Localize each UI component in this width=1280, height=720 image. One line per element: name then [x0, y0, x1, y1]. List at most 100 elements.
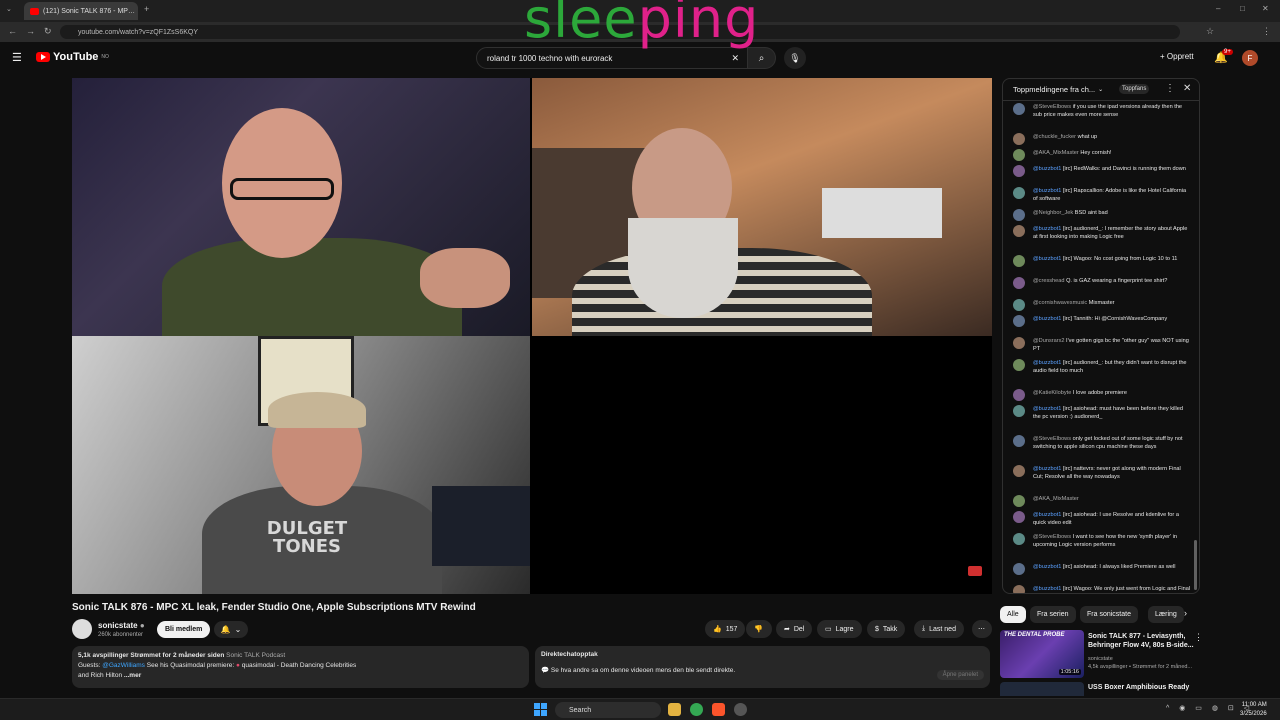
recommendation-more-icon[interactable]: ⋮	[1194, 632, 1203, 643]
guest-link[interactable]: @GazWilliams	[102, 662, 145, 669]
youtube-logo[interactable]: YouTube NO	[36, 51, 109, 63]
more-link[interactable]: ...mer	[124, 672, 141, 679]
chat-message[interactable]: @chuckle_fucker what up	[1013, 133, 1191, 145]
chat-message[interactable]: @buzzbot1 [irc] Wagoo: We only just went…	[1013, 585, 1191, 593]
forward-icon[interactable]: →	[26, 26, 35, 36]
chat-message[interactable]: @cornishwavesmusic Mixmaster	[1013, 299, 1191, 311]
chat-username[interactable]: @AKA_MixMaster	[1033, 496, 1079, 502]
chat-username[interactable]: @buzzbot1	[1033, 256, 1061, 262]
maximize-icon[interactable]: □	[1240, 4, 1245, 13]
filter-chip[interactable]: Fra serien	[1030, 606, 1076, 623]
join-button[interactable]: Bli medlem	[157, 621, 211, 638]
chat-message[interactable]: @Neighbor_Jek BSD aint bad	[1013, 209, 1191, 221]
thanks-button[interactable]: $ Takk	[867, 620, 906, 638]
close-window-icon[interactable]: ✕	[1262, 4, 1269, 13]
quasimodal-link[interactable]: quasimodal - Death Dancing Celebrities	[242, 662, 357, 669]
chat-scrollbar[interactable]	[1194, 540, 1197, 590]
chat-message[interactable]: @buzzbot1 [irc] RedWalks: and Davinci is…	[1013, 165, 1191, 177]
description-box[interactable]: 5,1k avspillinger Strømmet for 2 måneder…	[72, 646, 529, 688]
chat-message[interactable]: @AKA_MixMaster Hey cornish!	[1013, 149, 1191, 161]
chat-message[interactable]: @SteveElbows if you use the ipad version…	[1013, 103, 1191, 119]
recommendation-thumbnail[interactable]: THE DENTAL PROBE 1:05:16	[1000, 630, 1084, 678]
reload-icon[interactable]: ↻	[44, 26, 52, 37]
recommendation-title-2[interactable]: USS Boxer Amphibious Ready	[1088, 684, 1189, 691]
brave-icon[interactable]	[712, 703, 725, 716]
chat-message[interactable]: @buzzbot1 [irc] asiohead: I use Resolve …	[1013, 511, 1191, 527]
chat-username[interactable]: @SteveElbows	[1033, 436, 1071, 442]
chat-username[interactable]: @SteveElbows	[1033, 104, 1071, 110]
file-explorer-icon[interactable]	[668, 703, 681, 716]
chat-username[interactable]: @Neighbor_Jek	[1033, 210, 1073, 216]
chat-username[interactable]: @KatieKilobyte	[1033, 390, 1071, 396]
chat-username[interactable]: @AKA_MixMaster	[1033, 150, 1079, 156]
app-icon[interactable]	[734, 703, 747, 716]
chat-message[interactable]: @Dunsrarx2 I've gotten gigs bc the "othe…	[1013, 337, 1191, 353]
chat-username[interactable]: @SteveElbows	[1033, 534, 1071, 540]
create-button[interactable]: + Opprett	[1160, 52, 1194, 61]
filter-chip[interactable]: Fra sonicstate	[1080, 606, 1138, 623]
clear-search-icon[interactable]: ✕	[731, 53, 739, 64]
chat-more-icon[interactable]: ⋮	[1165, 83, 1175, 94]
chat-username[interactable]: @buzzbot1	[1033, 586, 1061, 592]
chat-username[interactable]: @buzzbot1	[1033, 316, 1061, 322]
browser-tab[interactable]: (121) Sonic TALK 876 - MP… ✕	[24, 2, 138, 20]
chat-message[interactable]: @AKA_MixMaster	[1013, 495, 1191, 507]
share-button[interactable]: ➦ Del	[776, 620, 813, 638]
bookmark-star-icon[interactable]: ☆	[1206, 26, 1214, 37]
chat-message[interactable]: @cresshead Q. is GAZ wearing a fingerpri…	[1013, 277, 1191, 289]
search-input[interactable]: roland tr 1000 techno with eurorack ✕	[476, 47, 748, 69]
chat-username[interactable]: @Dunsrarx2	[1033, 338, 1064, 344]
browser-menu-icon[interactable]: ⋮	[1262, 26, 1271, 37]
chat-close-icon[interactable]: ✕	[1183, 83, 1191, 94]
chat-message[interactable]: @buzzbot1 [irc] asiohead: must have been…	[1013, 405, 1191, 421]
chat-message[interactable]: @buzzbot1 [irc] audionerd_: I remember t…	[1013, 225, 1191, 241]
chat-username[interactable]: @buzzbot1	[1033, 226, 1061, 232]
youtube-watermark-icon[interactable]	[968, 566, 982, 576]
save-button[interactable]: ▭ Lagre	[817, 620, 862, 638]
like-button[interactable]: 👍 157	[705, 620, 746, 638]
back-icon[interactable]: ←	[8, 26, 17, 36]
taskbar-search[interactable]: Search	[555, 702, 661, 718]
playlist-link[interactable]: Sonic TALK Podcast	[226, 652, 285, 659]
voice-search-button[interactable]: 🎙	[784, 47, 806, 69]
chips-next-icon[interactable]: ›	[1184, 608, 1187, 618]
search-button[interactable]: ⌕	[748, 47, 776, 69]
chat-username[interactable]: @buzzbot1	[1033, 564, 1061, 570]
chat-username[interactable]: @buzzbot1	[1033, 512, 1061, 518]
minimize-icon[interactable]: –	[1216, 4, 1220, 13]
chat-username[interactable]: @buzzbot1	[1033, 406, 1061, 412]
open-panel-button[interactable]: Åpne panelet	[936, 670, 984, 680]
dislike-button[interactable]: 👎	[746, 620, 772, 638]
hamburger-menu-icon[interactable]: ☰	[12, 51, 22, 64]
new-tab-icon[interactable]: +	[144, 4, 149, 14]
chat-message[interactable]: @buzzbot1 [irc] Wagoo: No cost going fro…	[1013, 255, 1191, 267]
chat-username[interactable]: @buzzbot1	[1033, 360, 1061, 366]
filter-chip[interactable]: Læring	[1148, 606, 1184, 623]
chat-message[interactable]: @buzzbot1 [irc] audionerd_: but they did…	[1013, 359, 1191, 375]
chat-message[interactable]: @buzzbot1 [irc] nattevrs: never got alon…	[1013, 465, 1191, 481]
windows-start-icon[interactable]	[534, 703, 547, 716]
more-actions-button[interactable]: ⋯	[972, 620, 992, 638]
subscription-bell-button[interactable]: 🔔 ⌄	[214, 621, 248, 638]
channel-avatar[interactable]	[72, 619, 92, 639]
recommendation-thumbnail-2[interactable]	[1000, 682, 1084, 696]
account-avatar[interactable]: F	[1242, 50, 1258, 66]
chat-message[interactable]: @buzzbot1 [irc] Tannith: Hi @CornishWave…	[1013, 315, 1191, 327]
video-player[interactable]: DULGET TONES	[72, 78, 992, 594]
chat-message[interactable]: @SteveElbows only get locked out of some…	[1013, 435, 1191, 451]
top-fans-badge[interactable]: Toppfans	[1119, 84, 1150, 94]
taskbar-clock[interactable]: 11:00 AM 3/25/2026	[1240, 701, 1267, 719]
chat-username[interactable]: @cresshead	[1033, 278, 1065, 284]
chat-username[interactable]: @buzzbot1	[1033, 166, 1061, 172]
chat-username[interactable]: @chuckle_fucker	[1033, 134, 1076, 140]
chat-message[interactable]: @SteveElbows I want to see how the new '…	[1013, 533, 1191, 549]
recommendation-title[interactable]: Sonic TALK 877 - Leviasynth, Behringer F…	[1088, 632, 1194, 650]
chat-username[interactable]: @cornishwavesmusic	[1033, 300, 1087, 306]
chat-message[interactable]: @buzzbot1 [irc] asiohead: I always liked…	[1013, 563, 1191, 575]
download-button[interactable]: ⤓ Last ned	[914, 620, 964, 638]
channel-name[interactable]: sonicstate ●	[98, 621, 145, 630]
chat-message-list[interactable]: @SteveElbows if you use the ipad version…	[1003, 101, 1199, 593]
chat-username[interactable]: @buzzbot1	[1033, 188, 1061, 194]
chat-username[interactable]: @buzzbot1	[1033, 466, 1061, 472]
chat-message[interactable]: @KatieKilobyte I love adobe premiere	[1013, 389, 1191, 401]
